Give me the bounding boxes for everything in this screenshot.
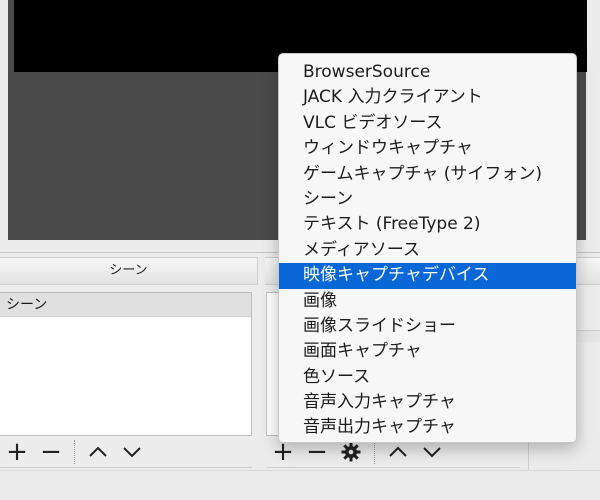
- chevron-up-icon: [89, 446, 107, 457]
- menu-item-audio-input-capture[interactable]: 音声入力キャプチャ: [279, 390, 576, 415]
- menu-item-browser-source[interactable]: BrowserSource: [279, 60, 576, 85]
- menu-item-video-capture-device[interactable]: 映像キャプチャデバイス: [279, 263, 576, 289]
- status-bar: [0, 470, 600, 500]
- menu-item-audio-output-capture[interactable]: 音声出力キャプチャ: [279, 415, 576, 440]
- scene-toolbar: + −: [0, 436, 252, 468]
- chevron-down-icon: [423, 446, 441, 457]
- scene-list[interactable]: シーン: [0, 292, 252, 436]
- menu-item-scene[interactable]: シーン: [279, 187, 576, 212]
- add-source-menu: BrowserSource JACK 入力クライアント VLC ビデオソース ウ…: [278, 53, 577, 443]
- menu-item-jack-input[interactable]: JACK 入力クライアント: [279, 85, 576, 110]
- scenes-dock-title: シーン: [0, 257, 258, 285]
- menu-item-text-freetype[interactable]: テキスト (FreeType 2): [279, 212, 576, 237]
- menu-item-image[interactable]: 画像: [279, 289, 576, 314]
- menu-item-image-slideshow[interactable]: 画像スライドショー: [279, 314, 576, 339]
- move-scene-up-button[interactable]: [81, 438, 115, 466]
- menu-item-display-capture[interactable]: 画面キャプチャ: [279, 339, 576, 364]
- menu-item-game-capture[interactable]: ゲームキャプチャ (サイフォン): [279, 162, 576, 187]
- minus-icon: −: [40, 436, 62, 467]
- move-scene-down-button[interactable]: [115, 438, 149, 466]
- menu-item-window-capture[interactable]: ウィンドウキャプチャ: [279, 136, 576, 161]
- gear-icon: [341, 442, 361, 461]
- toolbar-separator: [74, 439, 75, 464]
- scene-list-item[interactable]: シーン: [0, 293, 251, 317]
- chevron-up-icon: [389, 446, 407, 457]
- chevron-down-icon: [123, 446, 141, 457]
- plus-icon: +: [6, 436, 28, 467]
- menu-item-color-source[interactable]: 色ソース: [279, 365, 576, 390]
- add-scene-button[interactable]: +: [0, 436, 34, 467]
- menu-item-vlc-video[interactable]: VLC ビデオソース: [279, 111, 576, 136]
- toolbar-separator: [374, 439, 375, 464]
- menu-item-media-source[interactable]: メディアソース: [279, 238, 576, 263]
- remove-scene-button[interactable]: −: [34, 436, 68, 467]
